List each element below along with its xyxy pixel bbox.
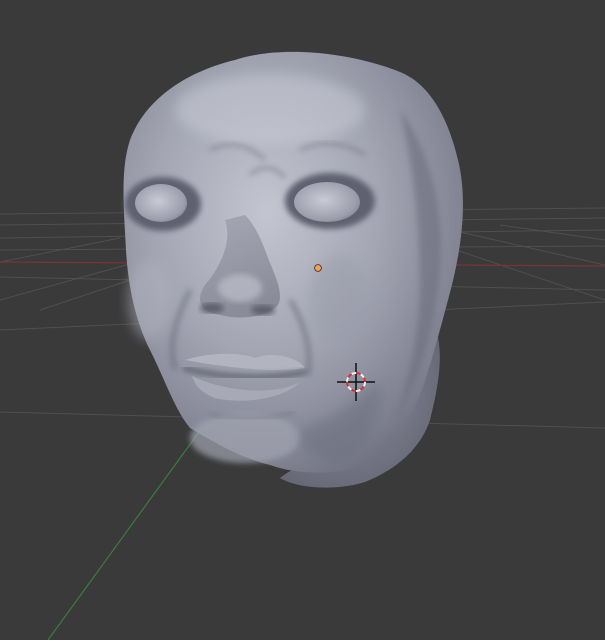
viewport-canvas[interactable] bbox=[0, 0, 605, 640]
3d-viewport[interactable] bbox=[0, 0, 605, 640]
left-cheek bbox=[128, 260, 172, 340]
right-eyeball bbox=[294, 182, 360, 222]
right-nostril bbox=[251, 305, 275, 315]
chin bbox=[190, 413, 300, 463]
nose-tip-highlight bbox=[218, 274, 262, 302]
head-mesh[interactable] bbox=[123, 51, 463, 488]
left-nostril bbox=[200, 303, 224, 313]
left-eyeball bbox=[135, 184, 187, 222]
object-origin-dot[interactable] bbox=[314, 264, 322, 272]
forehead-highlight bbox=[175, 75, 365, 145]
